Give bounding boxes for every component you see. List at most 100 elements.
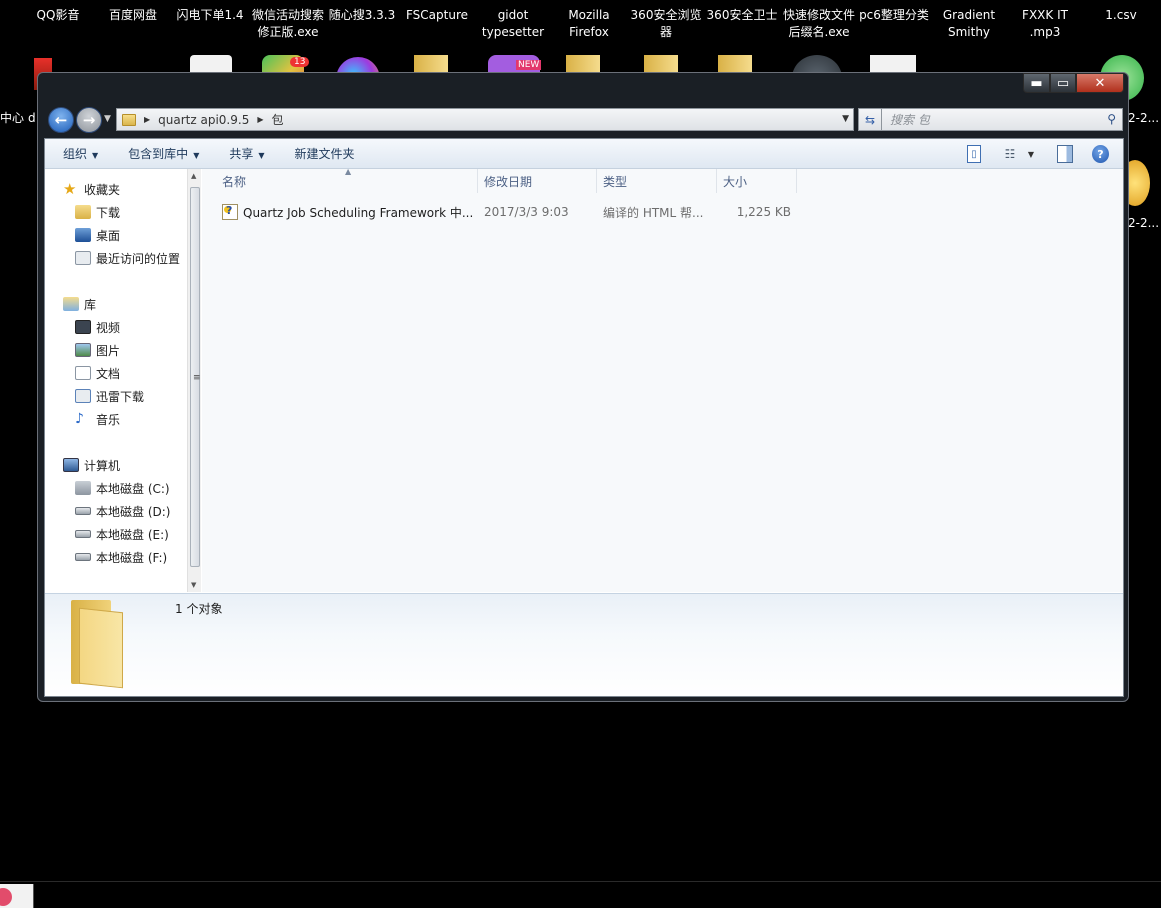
column-header-date[interactable]: 修改日期 [478,169,597,193]
file-name-cell[interactable]: Quartz Job Scheduling Framework 中... [222,201,473,223]
include-in-library-button[interactable]: 包含到库中 ▼ [128,141,199,166]
search-input[interactable]: 搜索 包 ⚲ [881,108,1123,131]
video-library-icon [75,320,91,334]
explorer-client-area: 组织 ▼ 包含到库中 ▼ 共享 ▼ 新建文件夹 ▯ ☷ ▼ ? ★ 收藏夹 下载 桌面 … [44,138,1124,697]
desktop-icon-label[interactable]: gidot [478,7,548,24]
desktop-icon-label[interactable]: Mozilla [556,7,622,24]
camera-icon[interactable] [0,884,34,908]
recent-places-icon [75,251,91,265]
desktop-icon-label[interactable]: 微信活动搜索 [248,7,328,24]
desktop-icon-label[interactable]: QQ影音 [30,7,86,24]
chm-help-file-icon [222,204,238,220]
refresh-button[interactable]: ⇆ [858,108,882,131]
music-note-icon: ♪ [75,411,84,427]
badge-count: 13 [290,57,310,67]
minimize-button[interactable]: ▬ [1023,73,1050,93]
sidebar-item-documents[interactable]: 文档 [75,363,120,383]
desktop-edge-label: 2-2... [1128,111,1160,125]
desktop-icon-label[interactable]: 快速修改文件 [778,7,860,24]
preview-pane-icon[interactable] [1057,145,1073,163]
desktop-icon-label[interactable]: .mp3 [1012,24,1078,41]
navigation-bar: ← → ▼ ▶ quartz api0.9.5 ▶ 包 ▼ ⇆ 搜索 包 ⚲ [46,106,1128,134]
column-header-size[interactable]: 大小 [717,169,797,193]
desktop-icon-label[interactable]: 器 [628,24,704,41]
breadcrumb-separator-icon[interactable]: ▶ [144,115,150,124]
desktop-icon-label[interactable]: 百度网盘 [104,7,162,24]
recent-pages-dropdown[interactable]: ▼ [104,114,111,124]
file-list: ▲ 名称 修改日期 类型 大小 Quartz Job Scheduling Fr… [202,167,1123,592]
sidebar-item-desktop[interactable]: 桌面 [75,225,120,245]
details-pane: 1 个对象 [45,593,1123,696]
sidebar-item-downloads[interactable]: 下载 [75,202,120,222]
file-date-cell: 2017/3/3 9:03 [484,205,569,219]
documents-library-icon [75,366,91,380]
sidebar-item-favorites[interactable]: ★ 收藏夹 [63,179,120,199]
maximize-button[interactable]: ▭ [1050,73,1076,93]
forward-button[interactable]: → [76,107,102,133]
desktop-icon [75,228,91,242]
scroll-down-arrow-icon[interactable]: ▼ [191,581,196,589]
address-history-dropdown[interactable]: ▼ [842,114,849,124]
desktop-icon-label[interactable]: Gradient [936,7,1002,24]
desktop-icon-label[interactable]: FXXK IT [1012,7,1078,24]
view-options-dropdown[interactable]: ▼ [1026,145,1036,163]
star-icon: ★ [63,180,77,198]
share-button[interactable]: 共享 ▼ [229,141,264,166]
desktop-icon-label[interactable]: pc6整理分类 [856,7,932,24]
sidebar-item-computer[interactable]: 计算机 [63,455,120,475]
folder-icon [71,600,129,689]
desktop-edge-label: d [28,111,36,125]
taskbar [0,881,1161,908]
desktop-icon-label[interactable]: Firefox [556,24,622,41]
back-button[interactable]: ← [48,107,74,133]
organize-button[interactable]: 组织 ▼ [63,141,98,166]
sidebar-item-drive-e[interactable]: 本地磁盘 (E:) [75,524,169,544]
sidebar-item-music[interactable]: ♪ 音乐 [75,409,120,429]
breadcrumb-separator-icon[interactable]: ▶ [257,115,263,124]
chevron-down-icon: ▼ [258,151,265,160]
sidebar-item-videos[interactable]: 视频 [75,317,120,337]
sidebar-item-recent-places[interactable]: 最近访问的位置 [75,248,180,268]
scrollbar-thumb[interactable]: ≡ [190,187,201,567]
sidebar-item-pictures[interactable]: 图片 [75,340,120,360]
sidebar-item-thunder-downloads[interactable]: 迅雷下载 [75,386,144,406]
address-bar[interactable]: ▶ quartz api0.9.5 ▶ 包 ▼ [116,108,854,131]
file-type-cell: 编译的 HTML 帮... [603,205,704,220]
table-row[interactable]: Quartz Job Scheduling Framework 中... 201… [202,201,1123,223]
desktop-edge-label: 2-2... [1128,216,1160,230]
downloads-folder-icon [75,205,91,219]
new-folder-button[interactable]: 新建文件夹 [295,141,355,166]
desktop-icon-label[interactable]: typesetter [478,24,548,41]
help-icon[interactable]: ? [1092,145,1109,163]
desktop-icon-label[interactable]: Smithy [936,24,1002,41]
scroll-up-arrow-icon[interactable]: ▲ [191,172,196,180]
desktop-icon-label[interactable]: 闪电下单1.4 [174,7,246,24]
navigation-pane: ★ 收藏夹 下载 桌面 最近访问的位置 库 视频 图片 文档 迅雷下载 ♪ 音乐 计… [45,169,201,592]
sidebar-item-drive-d[interactable]: 本地磁盘 (D:) [75,501,170,521]
close-button[interactable]: ✕ [1076,73,1124,93]
column-header-name[interactable]: 名称 [216,169,478,193]
desktop-edge-label: 中心 [0,111,25,125]
explorer-window: ▬ ▭ ✕ ← → ▼ ▶ quartz api0.9.5 ▶ 包 ▼ ⇆ 搜索… [37,72,1129,702]
desktop-icon-label[interactable]: 360安全浏览 [628,7,704,24]
breadcrumb-item[interactable]: quartz api0.9.5 [158,113,249,127]
arrow-right-icon: → [82,111,96,129]
breadcrumb-item[interactable]: 包 [271,111,283,128]
libraries-icon [63,297,79,311]
search-icon[interactable]: ⚲ [1107,112,1116,126]
column-header-type[interactable]: 类型 [597,169,717,193]
desktop-icon-label[interactable]: 1.csv [1094,7,1148,24]
sidebar-item-drive-c[interactable]: 本地磁盘 (C:) [75,478,170,498]
desktop-icon-label[interactable]: FSCapture [400,7,474,24]
chevron-down-icon: ▼ [193,151,200,160]
sidebar-item-libraries[interactable]: 库 [63,294,96,314]
desktop-icon-label[interactable]: 随心搜3.3.3 [328,7,396,24]
desktop-icon-label[interactable]: 后缀名.exe [778,24,860,41]
search-placeholder: 搜索 包 [890,113,930,127]
navigation-scrollbar[interactable]: ▲ ≡ ▼ [187,169,201,592]
sidebar-item-drive-f[interactable]: 本地磁盘 (F:) [75,547,167,567]
desktop-icon-label[interactable]: 修正版.exe [248,24,328,41]
desktop-icon-label[interactable]: 360安全卫士 [704,7,780,24]
preview-toggle-icon[interactable]: ▯ [967,145,981,163]
change-view-icon[interactable]: ☷ [1002,145,1018,163]
